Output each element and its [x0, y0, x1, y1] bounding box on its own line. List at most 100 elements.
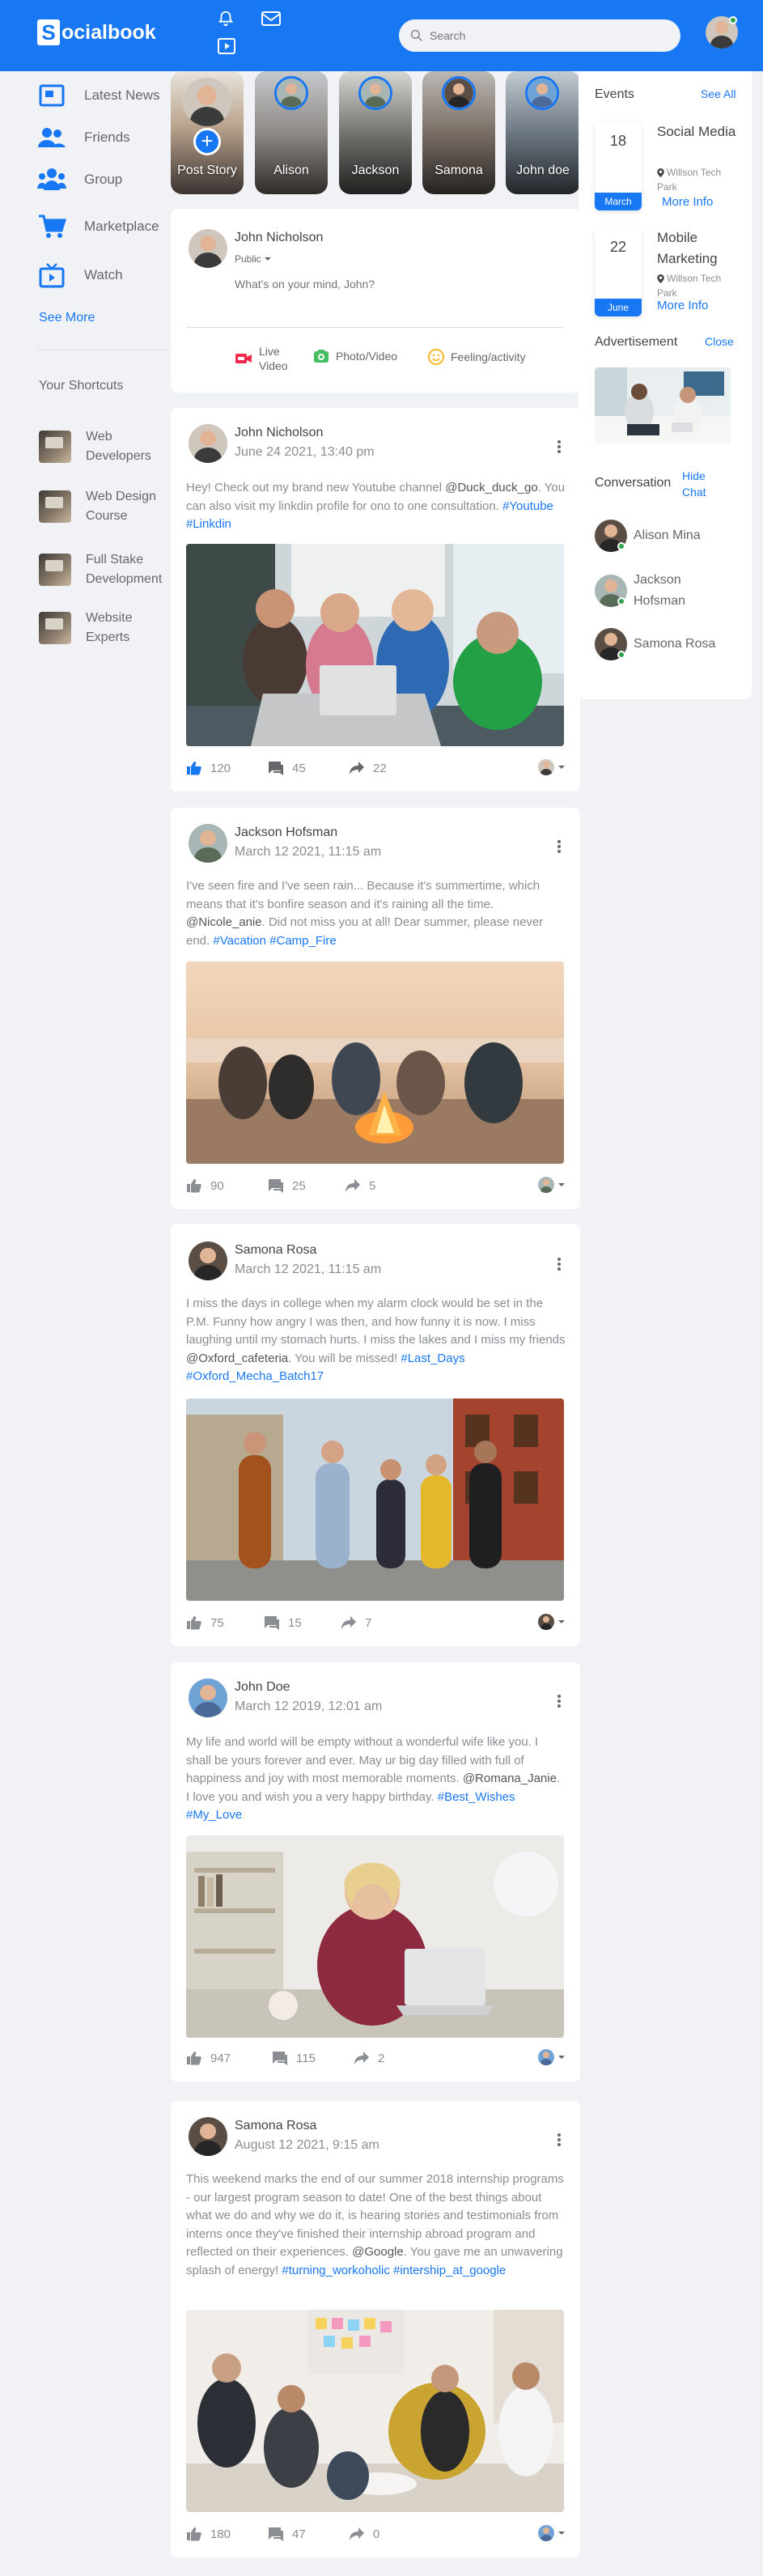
reaction-selector[interactable]: [538, 759, 566, 775]
newspaper-icon: [37, 83, 66, 108]
hashtags[interactable]: #Vacation #Camp_Fire: [213, 934, 336, 948]
post-photo[interactable]: [186, 961, 564, 1164]
comment-button[interactable]: 25: [268, 1178, 306, 1193]
close-ad-link[interactable]: Close: [705, 335, 734, 348]
post-author-name[interactable]: Samona Rosa: [235, 2119, 316, 2133]
see-more-link[interactable]: See More: [39, 311, 95, 325]
like-button[interactable]: 75: [186, 1615, 224, 1630]
post-author-avatar[interactable]: [189, 2117, 227, 2156]
like-button[interactable]: 180: [186, 2527, 231, 2541]
video-play-icon[interactable]: [217, 37, 236, 59]
post-photo[interactable]: [186, 544, 564, 746]
contact-samona-rosa[interactable]: Samona Rosa: [595, 628, 715, 660]
post-text: This weekend marks the end of our summer…: [186, 2172, 564, 2277]
shortcut-web-design-course[interactable]: Web Design Course: [39, 487, 156, 526]
sidebar-item-friends[interactable]: Friends: [37, 125, 130, 151]
more-info-link[interactable]: More Info: [657, 299, 708, 312]
post-author-avatar[interactable]: [189, 1241, 227, 1280]
mention-link[interactable]: @Nicole_anie: [186, 915, 262, 929]
post-author-name[interactable]: John Nicholson: [235, 426, 323, 440]
search-bar[interactable]: [399, 19, 680, 52]
share-button[interactable]: 2: [354, 2051, 384, 2065]
see-all-events-link[interactable]: See All: [701, 87, 736, 100]
photo-video-button[interactable]: Photo/Video: [313, 349, 397, 363]
contact-jackson-hofsman[interactable]: Jackson Hofsman: [595, 570, 685, 612]
reaction-selector[interactable]: [538, 1614, 566, 1630]
more-options-icon[interactable]: [554, 2132, 564, 2148]
reaction-selector[interactable]: [538, 2049, 566, 2065]
contact-alison-mina[interactable]: Alison Mina: [595, 520, 701, 552]
more-options-icon[interactable]: [554, 439, 564, 455]
share-button[interactable]: 22: [349, 761, 387, 775]
hide-chat-link[interactable]: Hide Chat: [682, 468, 706, 500]
add-story-plus-icon[interactable]: +: [193, 128, 221, 155]
mention-link[interactable]: @Oxford_cafeteria: [186, 1352, 288, 1365]
shortcut-label-line2: Course: [86, 509, 128, 523]
logo[interactable]: S ocialbook: [37, 19, 156, 45]
chevron-down-icon: [558, 2531, 565, 2535]
post-text: Hey! Check out my brand new Youtube chan…: [186, 481, 566, 531]
post-photo[interactable]: [186, 1835, 564, 2038]
comment-button[interactable]: 45: [268, 761, 306, 775]
post-author-avatar[interactable]: [189, 824, 227, 863]
feeling-activity-button[interactable]: Feeling/activity: [428, 349, 526, 365]
mention-link[interactable]: @Google: [352, 2245, 404, 2259]
sidebar-item-watch[interactable]: Watch: [37, 262, 123, 288]
reaction-avatar: [538, 2525, 554, 2541]
mention-link[interactable]: @Duck_duck_go: [445, 481, 537, 494]
share-button[interactable]: 7: [341, 1615, 371, 1630]
story-alison[interactable]: Alison: [255, 71, 328, 194]
comment-button[interactable]: 115: [272, 2051, 316, 2065]
shortcut-thumbnail: [39, 554, 71, 586]
post-author-avatar[interactable]: [189, 424, 227, 463]
comment-button[interactable]: 15: [264, 1615, 302, 1630]
more-info-link[interactable]: More Info: [662, 195, 713, 209]
hashtags[interactable]: #turning_workoholic #intership_at_google: [282, 2264, 506, 2277]
comment-button[interactable]: 47: [268, 2527, 306, 2541]
thumbs-up-icon: [187, 1179, 201, 1193]
reaction-selector[interactable]: [538, 2525, 566, 2541]
search-input[interactable]: [430, 29, 656, 42]
chevron-down-icon: [558, 1620, 565, 1623]
notifications-bell-icon[interactable]: [217, 10, 235, 32]
shortcut-full-stake-development[interactable]: Full Stake Development: [39, 550, 162, 589]
post-author-name[interactable]: John Doe: [235, 1680, 290, 1695]
more-options-icon[interactable]: [554, 1256, 564, 1272]
sidebar-item-latest-news[interactable]: Latest News: [37, 83, 160, 108]
share-button[interactable]: 0: [349, 2527, 379, 2541]
share-button[interactable]: 5: [345, 1178, 375, 1193]
top-header: S ocialbook: [0, 0, 763, 71]
tv-icon: [37, 262, 66, 288]
more-options-icon[interactable]: [554, 1693, 564, 1709]
post-photo[interactable]: [186, 2310, 564, 2512]
like-button[interactable]: 120: [186, 761, 231, 775]
sidebar-item-group[interactable]: Group: [37, 167, 122, 193]
post-author-avatar[interactable]: [189, 1678, 227, 1717]
story-jackson[interactable]: Jackson: [339, 71, 412, 194]
mention-link[interactable]: @Romana_Janie: [463, 1772, 557, 1785]
like-button[interactable]: 947: [186, 2051, 231, 2065]
like-button[interactable]: 90: [186, 1178, 224, 1193]
story-post-story[interactable]: + Post Story: [171, 71, 244, 194]
event-item[interactable]: 22 June Mobile Marketing Willson Tech Pa…: [595, 227, 748, 316]
story-samona[interactable]: Samona: [422, 71, 495, 194]
share-icon: [350, 2527, 364, 2540]
messages-mail-icon[interactable]: [261, 10, 282, 32]
shortcut-web-developers[interactable]: Web Developers: [39, 427, 151, 466]
shortcut-website-experts[interactable]: Website Experts: [39, 609, 133, 647]
advertisement-image[interactable]: [595, 367, 731, 443]
reaction-avatar: [538, 2049, 554, 2065]
event-item[interactable]: 18 March Social Media Willson Tech Park …: [595, 121, 748, 210]
story-john-doe[interactable]: John doe: [506, 71, 580, 194]
composer-input[interactable]: [235, 278, 542, 291]
contact-name: Samona Rosa: [634, 637, 716, 651]
like-count: 120: [210, 761, 231, 775]
live-video-button[interactable]: Live Video: [235, 344, 288, 373]
post-author-name[interactable]: Samona Rosa: [235, 1243, 316, 1258]
reaction-selector[interactable]: [538, 1177, 566, 1193]
sidebar-item-marketplace[interactable]: Marketplace: [37, 214, 159, 240]
more-options-icon[interactable]: [554, 838, 564, 855]
privacy-selector[interactable]: Public: [235, 253, 272, 265]
post-photo[interactable]: [186, 1398, 564, 1601]
post-author-name[interactable]: Jackson Hofsman: [235, 825, 337, 840]
